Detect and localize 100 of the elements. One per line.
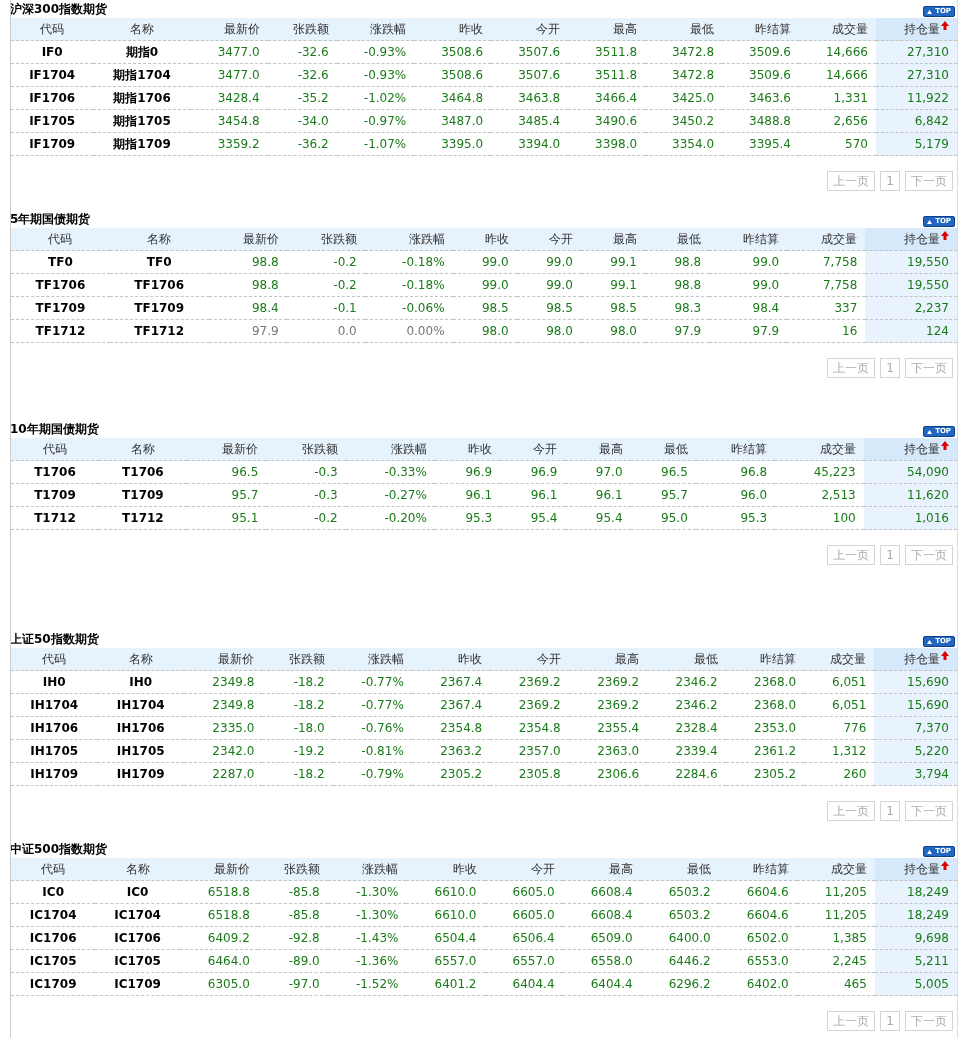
- table-cell: 2339.4: [647, 739, 726, 763]
- table-cell: 2369.2: [490, 670, 569, 694]
- table-cell: 98.4: [208, 296, 287, 320]
- table-cell: 98.8: [208, 250, 287, 274]
- column-header: 今开: [536, 21, 561, 36]
- table-cell: 2335.0: [183, 716, 263, 740]
- table-cell: -0.79%: [332, 762, 412, 786]
- table-cell: 2368.0: [725, 670, 805, 694]
- table-cell: 11,922: [875, 86, 957, 110]
- section-title: 5年期国债期货: [11, 211, 91, 228]
- table-cell: -1.30%: [327, 903, 407, 927]
- table-cell: -0.18%: [364, 273, 453, 297]
- table-cell: T1706: [11, 460, 99, 484]
- table-cell: 6605.0: [484, 903, 563, 927]
- page-number-button[interactable]: 1: [880, 171, 900, 191]
- table-cell: -18.2: [262, 762, 333, 786]
- table-cell: -1.07%: [336, 132, 415, 156]
- table-cell: 99.0: [516, 250, 581, 274]
- column-header: 名称: [125, 861, 150, 876]
- prev-page-button[interactable]: 上一页: [827, 801, 876, 821]
- column-header: 最新价: [213, 861, 250, 876]
- column-header: 昨结算: [755, 21, 791, 36]
- column-header: 张跌额: [292, 21, 329, 36]
- table-cell: -92.8: [257, 926, 328, 950]
- table-cell: 11,205: [796, 903, 875, 927]
- next-page-button[interactable]: 下一页: [905, 801, 953, 821]
- table-cell: IC1704: [95, 903, 180, 927]
- table-cell: 98.0: [516, 319, 581, 343]
- table-cell: 6401.2: [406, 972, 485, 996]
- table-cell: -0.27%: [345, 483, 435, 507]
- column-header: 代码: [48, 231, 73, 246]
- table-cell: 2355.4: [568, 716, 648, 740]
- table-cell: -0.76%: [332, 716, 412, 740]
- table-cell: 2354.8: [490, 716, 569, 740]
- prev-page-button[interactable]: 上一页: [827, 1011, 876, 1031]
- table-cell: 2363.2: [411, 739, 491, 763]
- table-cell: 3485.4: [491, 109, 569, 133]
- prev-page-button[interactable]: 上一页: [827, 171, 876, 191]
- table-cell: 2363.0: [568, 739, 648, 763]
- table-cell: IH1706: [97, 716, 184, 740]
- column-header: 昨收: [468, 441, 493, 456]
- column-header: 最新价: [242, 231, 279, 246]
- table-cell: -0.93%: [336, 40, 415, 64]
- table-cell: 6558.0: [562, 949, 641, 973]
- page-number-button[interactable]: 1: [880, 801, 900, 821]
- table-cell: -1.36%: [327, 949, 407, 973]
- column-header: 代码: [40, 21, 65, 36]
- table-cell: IH1706: [11, 716, 98, 740]
- table-cell: -0.33%: [345, 460, 435, 484]
- next-page-button[interactable]: 下一页: [905, 545, 953, 565]
- triangle-up-icon: [927, 639, 933, 644]
- column-header: 昨收: [484, 231, 509, 246]
- table-cell: 14,666: [799, 63, 876, 87]
- column-header: 今开: [548, 231, 573, 246]
- table-cell: TF1712: [11, 319, 110, 343]
- table-cell: -0.2: [286, 250, 365, 274]
- table-cell: 3428.4: [190, 86, 268, 110]
- column-header: 持仓量: [904, 21, 940, 36]
- prev-page-button[interactable]: 上一页: [827, 545, 876, 565]
- table-cell: 3425.0: [645, 86, 723, 110]
- table-cell: -35.2: [267, 86, 337, 110]
- table-cell: 54,090: [863, 460, 957, 484]
- column-header: 今开: [530, 861, 555, 876]
- next-page-button[interactable]: 下一页: [905, 358, 953, 378]
- table-cell: -1.52%: [327, 972, 407, 996]
- prev-page-button[interactable]: 上一页: [827, 358, 876, 378]
- table-cell: 465: [796, 972, 875, 996]
- table-cell: 6553.0: [718, 949, 797, 973]
- table-cell: 6464.0: [179, 949, 258, 973]
- column-header: 最高: [598, 441, 623, 456]
- table-cell: 3463.6: [722, 86, 799, 110]
- table-cell: 6409.2: [179, 926, 258, 950]
- column-header: 昨结算: [752, 861, 789, 876]
- table-cell: TF1706: [11, 273, 110, 297]
- page-number-button[interactable]: 1: [880, 358, 900, 378]
- table-cell: 5,220: [874, 739, 957, 763]
- table-cell: 3463.8: [491, 86, 569, 110]
- table-cell: 6503.2: [640, 903, 719, 927]
- column-header: 最低: [693, 651, 718, 666]
- table-cell: -0.06%: [364, 296, 453, 320]
- arrow-up-icon: [941, 440, 949, 450]
- column-header: 涨跌幅: [370, 21, 407, 36]
- column-header: 涨跌幅: [390, 441, 427, 456]
- table-cell: 5,179: [875, 132, 957, 156]
- column-header: 成交量: [831, 21, 868, 36]
- triangle-up-icon: [927, 429, 933, 434]
- table-cell: 99.0: [516, 273, 581, 297]
- table-cell: 6518.8: [179, 880, 258, 904]
- table-cell: 2305.8: [490, 762, 569, 786]
- page-number-button[interactable]: 1: [880, 545, 900, 565]
- next-page-button[interactable]: 下一页: [905, 1011, 953, 1031]
- page-number-button[interactable]: 1: [880, 1011, 900, 1031]
- table-cell: 98.5: [580, 296, 645, 320]
- section-title: 中证500指数期货: [11, 841, 108, 858]
- table-cell: 2284.6: [647, 762, 726, 786]
- next-page-button[interactable]: 下一页: [905, 171, 953, 191]
- table-cell: 14,666: [799, 40, 876, 64]
- table-cell: 3450.2: [645, 109, 723, 133]
- table-cell: 99.0: [709, 250, 788, 274]
- table-cell: 6557.0: [406, 949, 485, 973]
